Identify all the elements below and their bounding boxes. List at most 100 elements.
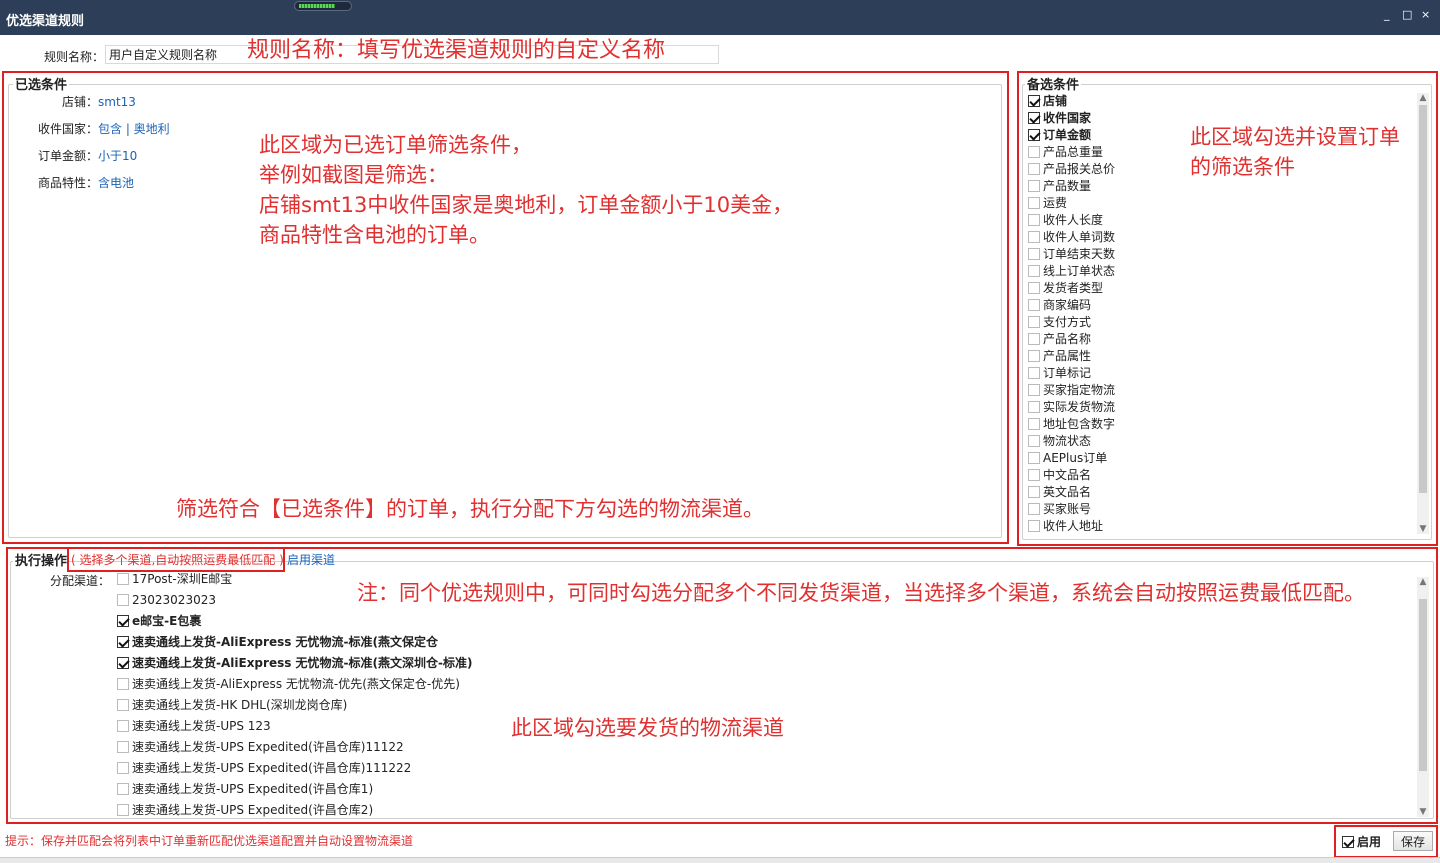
checkbox-icon[interactable] bbox=[117, 699, 129, 711]
checkbox-icon[interactable] bbox=[117, 573, 129, 585]
optional-condition-item[interactable]: AEPlus订单 bbox=[1028, 450, 1115, 467]
channel-item[interactable]: 17Post-深圳E邮宝 bbox=[117, 569, 232, 590]
checkbox-icon[interactable] bbox=[1028, 231, 1040, 243]
optional-condition-item[interactable]: 买家指定物流 bbox=[1028, 382, 1115, 399]
scroll-up-icon[interactable]: ▲ bbox=[1417, 93, 1429, 103]
optional-condition-item[interactable]: 实际发货物流 bbox=[1028, 399, 1115, 416]
channel-item[interactable]: e邮宝-E包裹 bbox=[117, 611, 201, 632]
channel-label: 速卖通线上发货-AliExpress 无忧物流-标准(燕文深圳仓-标准) bbox=[132, 656, 473, 670]
restore-icon[interactable]: □ bbox=[1402, 9, 1412, 21]
checkbox-checked-icon[interactable] bbox=[1028, 112, 1040, 124]
rule-name-label: 规则名称： bbox=[44, 50, 105, 64]
channel-scrollbar[interactable]: ▲ ▼ bbox=[1417, 577, 1429, 817]
condition-value[interactable]: 小于10 bbox=[98, 149, 137, 163]
channel-item[interactable]: 速卖通线上发货-HK DHL(深圳龙岗仓库) bbox=[117, 695, 347, 716]
checkbox-icon[interactable] bbox=[1028, 486, 1040, 498]
channel-item[interactable]: 23023023023 bbox=[117, 590, 216, 611]
minimize-icon[interactable]: _ bbox=[1384, 9, 1390, 21]
optional-condition-item[interactable]: 线上订单状态 bbox=[1028, 263, 1115, 280]
checkbox-icon[interactable] bbox=[1028, 401, 1040, 413]
checkbox-icon[interactable] bbox=[1028, 435, 1040, 447]
optional-condition-item[interactable]: 收件人单词数 bbox=[1028, 229, 1115, 246]
checkbox-icon[interactable] bbox=[1028, 197, 1040, 209]
checkbox-icon[interactable] bbox=[1028, 452, 1040, 464]
checkbox-icon[interactable] bbox=[1028, 180, 1040, 192]
checkbox-checked-icon[interactable] bbox=[1028, 95, 1040, 107]
checkbox-icon[interactable] bbox=[117, 741, 129, 753]
optional-condition-item[interactable]: 地址包含数字 bbox=[1028, 416, 1115, 433]
channel-item[interactable]: 速卖通线上发货-UPS Expedited(许昌仓库1) bbox=[117, 779, 373, 800]
checkbox-icon[interactable] bbox=[1028, 299, 1040, 311]
optional-condition-item[interactable]: 产品总重量 bbox=[1028, 144, 1115, 161]
checkbox-checked-icon[interactable] bbox=[117, 615, 129, 627]
checkbox-icon[interactable] bbox=[1028, 350, 1040, 362]
checkbox-icon[interactable] bbox=[1028, 384, 1040, 396]
optional-condition-item[interactable]: 中文品名 bbox=[1028, 467, 1115, 484]
checkbox-checked-icon[interactable] bbox=[117, 657, 129, 669]
checkbox-icon[interactable] bbox=[1028, 282, 1040, 294]
optional-condition-item[interactable]: 订单标记 bbox=[1028, 365, 1115, 382]
scroll-down-icon[interactable]: ▼ bbox=[1417, 807, 1429, 817]
optional-condition-item[interactable]: 英文品名 bbox=[1028, 484, 1115, 501]
save-button[interactable]: 保存 bbox=[1393, 831, 1433, 851]
enable-checkbox[interactable]: 启用 bbox=[1342, 833, 1381, 850]
checkbox-icon[interactable] bbox=[1028, 418, 1040, 430]
optional-condition-item[interactable]: 支付方式 bbox=[1028, 314, 1115, 331]
condition-value[interactable]: 包含 | 奥地利 bbox=[98, 122, 170, 136]
optional-condition-item[interactable]: 产品属性 bbox=[1028, 348, 1115, 365]
channel-item[interactable]: 速卖通线上发货-UPS Expedited(许昌仓库)11122 bbox=[117, 737, 404, 758]
scroll-down-icon[interactable]: ▼ bbox=[1417, 524, 1429, 534]
optional-condition-item[interactable]: 商家编码 bbox=[1028, 297, 1115, 314]
optional-condition-item[interactable]: 收件人地址 bbox=[1028, 518, 1115, 535]
checkbox-icon[interactable] bbox=[117, 720, 129, 732]
condition-value[interactable]: smt13 bbox=[98, 95, 136, 109]
close-icon[interactable]: × bbox=[1421, 9, 1430, 21]
checkbox-icon[interactable] bbox=[1028, 265, 1040, 277]
optional-condition-label: 收件人长度 bbox=[1043, 213, 1104, 227]
checkbox-icon[interactable] bbox=[1028, 333, 1040, 345]
optional-condition-item[interactable]: 订单金额 bbox=[1028, 127, 1115, 144]
optional-condition-item[interactable]: 订单结束天数 bbox=[1028, 246, 1115, 263]
channel-item[interactable]: 速卖通线上发货-AliExpress 无忧物流-优先(燕文保定仓-优先) bbox=[117, 674, 460, 695]
checkbox-icon[interactable] bbox=[1028, 163, 1040, 175]
optional-condition-item[interactable]: 发货者类型 bbox=[1028, 280, 1115, 297]
optional-condition-item[interactable]: 店铺 bbox=[1028, 93, 1115, 110]
scroll-thumb[interactable] bbox=[1419, 105, 1427, 493]
checkbox-checked-icon[interactable] bbox=[1028, 129, 1040, 141]
channel-item[interactable]: 速卖通线上发货-UPS 123 bbox=[117, 716, 271, 737]
channel-item[interactable]: 速卖通线上发货-UPS Expedited(许昌仓库)111222 bbox=[117, 758, 411, 779]
optional-condition-item[interactable]: 收件国家 bbox=[1028, 110, 1115, 127]
optional-condition-item[interactable]: 收件人长度 bbox=[1028, 212, 1115, 229]
checkbox-checked-icon[interactable] bbox=[117, 636, 129, 648]
checkbox-icon[interactable] bbox=[117, 594, 129, 606]
checkbox-icon[interactable] bbox=[1028, 316, 1040, 328]
checkbox-icon[interactable] bbox=[1028, 469, 1040, 481]
condition-label: 店铺： bbox=[61, 95, 98, 109]
checkbox-icon[interactable] bbox=[117, 678, 129, 690]
checkbox-icon[interactable] bbox=[117, 762, 129, 774]
checkbox-icon[interactable] bbox=[1028, 520, 1040, 532]
enable-channel-link[interactable]: 启用渠道 bbox=[287, 551, 335, 568]
window-title: 优选渠道规则 bbox=[6, 14, 85, 29]
optional-condition-item[interactable]: 产品名称 bbox=[1028, 331, 1115, 348]
checkbox-checked-icon[interactable] bbox=[1342, 836, 1354, 848]
scroll-thumb[interactable] bbox=[1419, 599, 1427, 771]
checkbox-icon[interactable] bbox=[1028, 367, 1040, 379]
taskbar bbox=[0, 857, 1440, 863]
checkbox-icon[interactable] bbox=[1028, 248, 1040, 260]
optional-scrollbar[interactable]: ▲ ▼ bbox=[1417, 93, 1429, 534]
checkbox-icon[interactable] bbox=[1028, 146, 1040, 158]
channel-item[interactable]: 速卖通线上发货-AliExpress 无忧物流-标准(燕文保定仓 bbox=[117, 632, 438, 653]
checkbox-icon[interactable] bbox=[1028, 214, 1040, 226]
optional-condition-item[interactable]: 产品报关总价 bbox=[1028, 161, 1115, 178]
optional-condition-item[interactable]: 产品数量 bbox=[1028, 178, 1115, 195]
condition-value[interactable]: 含电池 bbox=[98, 176, 134, 190]
channel-item[interactable]: 速卖通线上发货-AliExpress 无忧物流-标准(燕文深圳仓-标准) bbox=[117, 653, 472, 674]
optional-condition-item[interactable]: 物流状态 bbox=[1028, 433, 1115, 450]
channel-item[interactable]: 速卖通线上发货-UPS Expedited(许昌仓库2) bbox=[117, 800, 373, 821]
checkbox-icon[interactable] bbox=[117, 783, 129, 795]
optional-condition-item[interactable]: 买家账号 bbox=[1028, 501, 1115, 518]
checkbox-icon[interactable] bbox=[117, 804, 129, 816]
optional-condition-item[interactable]: 运费 bbox=[1028, 195, 1115, 212]
checkbox-icon[interactable] bbox=[1028, 503, 1040, 515]
